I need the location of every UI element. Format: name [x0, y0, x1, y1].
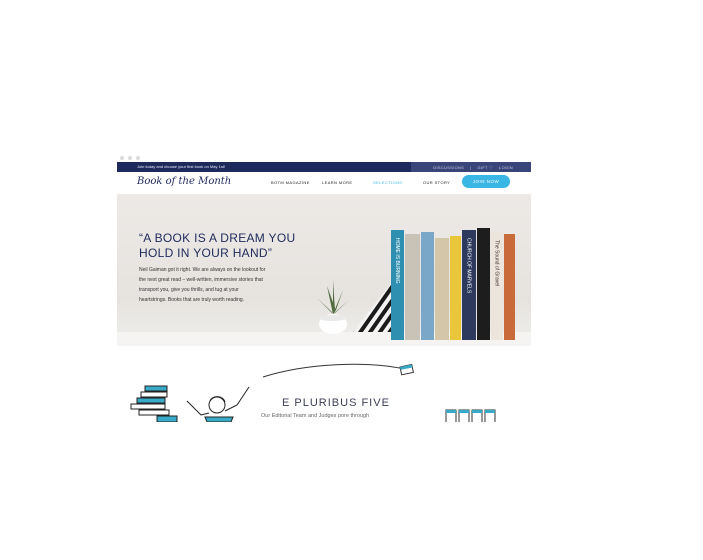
gift-link[interactable]: GIFT ♡ — [478, 165, 494, 170]
section-title: E PLURIBUS FIVE — [282, 397, 390, 409]
window-dot — [136, 156, 140, 160]
book-spine — [421, 232, 434, 340]
quote-line: HOLD IN YOUR HAND” — [139, 246, 273, 260]
discussions-link[interactable]: DISCUSSIONS — [433, 165, 464, 170]
nav-selections[interactable]: SELECTIONS — [373, 180, 402, 185]
book-title: HOME IS BURNING — [394, 238, 400, 284]
top-announcement-bar: Join today and choose your first book on… — [117, 162, 531, 172]
desc-line: transport you, give you thrills, and tug… — [139, 287, 239, 293]
hero-banner: “A BOOK IS A DREAM YOU HOLD IN YOUR HAND… — [117, 194, 531, 346]
book-spine — [477, 228, 490, 340]
desc-line: the next great read – well-written, imme… — [139, 277, 263, 283]
nav-botm-magazine[interactable]: BOTM MAGAZINE — [271, 180, 310, 185]
window-dots — [120, 156, 140, 160]
book-spines: HOME IS BURNING CHURCH OF MARVELS The Soun… — [391, 228, 515, 340]
hero-description: Neil Gaiman got it right. We are always … — [139, 265, 324, 305]
book-spine — [450, 236, 461, 340]
book-title: The Sound of Gravel — [494, 240, 500, 286]
books-row-icon — [445, 409, 496, 422]
site-logo[interactable]: Book of the Month — [137, 176, 231, 187]
e-pluribus-section: E PLURIBUS FIVE Our Editorial Team and J… — [117, 355, 531, 422]
nav-learn-more[interactable]: LEARN MORE — [322, 180, 352, 185]
divider: | — [470, 164, 472, 170]
book-spine — [504, 234, 515, 340]
section-subtitle: Our Editorial Team and Judges pore throu… — [261, 413, 370, 419]
main-nav: Book of the Month BOTM MAGAZINE LEARN MO… — [117, 172, 531, 195]
window-dot — [128, 156, 132, 160]
desc-line: heartstrings. Books that are truly worth… — [139, 297, 245, 303]
window-dot — [120, 156, 124, 160]
book-title: CHURCH OF MARVELS — [466, 238, 472, 294]
account-links: DISCUSSIONS | GIFT ♡ LOGIN — [411, 162, 531, 172]
book-spine — [435, 238, 449, 340]
book-spine — [405, 234, 420, 340]
join-now-button[interactable]: JOIN NOW — [462, 175, 510, 188]
desc-line: Neil Gaiman got it right. We are always … — [139, 267, 266, 273]
promo-text: Join today and choose your first book on… — [137, 164, 226, 169]
hero-quote: “A BOOK IS A DREAM YOU HOLD IN YOUR HAND… — [139, 231, 339, 261]
login-link[interactable]: LOGIN — [499, 165, 513, 170]
nav-our-story[interactable]: OUR STORY — [423, 180, 450, 185]
quote-line: “A BOOK IS A DREAM YOU — [139, 231, 296, 245]
